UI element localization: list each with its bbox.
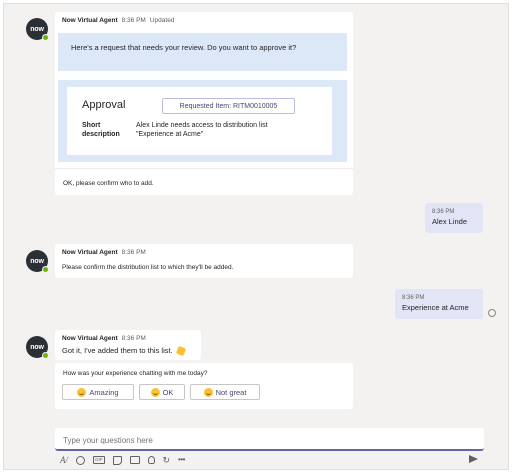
feedback-card: How was your experience chatting with me… bbox=[55, 363, 353, 409]
approval-panel: Approval Requested Item: RITM0010005 Sho… bbox=[58, 80, 347, 162]
bot-avatar: now bbox=[26, 18, 49, 41]
praise-icon[interactable] bbox=[147, 456, 155, 464]
approval-box: Approval Requested Item: RITM0010005 Sho… bbox=[67, 87, 332, 155]
meet-icon[interactable] bbox=[129, 456, 140, 464]
sender-name: Now Virtual Agent bbox=[62, 335, 118, 342]
neutral-face-icon bbox=[203, 387, 213, 397]
loop-icon[interactable]: ↻ bbox=[163, 455, 171, 465]
clap-icon bbox=[175, 345, 186, 357]
short-description-value: Alex Linde needs access to distribution … bbox=[136, 122, 268, 138]
message-text: Got it, I've added them to this list. bbox=[62, 345, 186, 357]
emoji-icon[interactable] bbox=[76, 455, 85, 465]
message-header: Now Virtual Agent 8:36 PM bbox=[62, 249, 146, 256]
card-intro-text: Here's a request that needs your review.… bbox=[71, 43, 297, 52]
compose-toolbar: A/ GIF ↻ ••• bbox=[60, 454, 185, 466]
message-text: Alex Linde bbox=[432, 217, 468, 226]
message-time: 8:36 PM bbox=[402, 295, 425, 301]
presence-available-icon bbox=[42, 266, 49, 273]
sticker-icon[interactable] bbox=[112, 455, 122, 465]
send-icon[interactable] bbox=[469, 455, 478, 463]
feedback-prompt: How was your experience chatting with me… bbox=[63, 370, 208, 377]
message-updated-label: Updated bbox=[149, 17, 175, 24]
requested-item-button[interactable]: Requested Item: RITM0010005 bbox=[162, 98, 295, 114]
message-time: 8:36 PM bbox=[121, 17, 146, 24]
sender-name: Now Virtual Agent bbox=[62, 17, 118, 24]
user-message-alex-linde: 8:36 PM Alex Linde bbox=[425, 203, 483, 233]
short-description-label: Short description bbox=[82, 122, 120, 138]
feedback-ok-button[interactable]: OK bbox=[139, 384, 185, 400]
presence-available-icon bbox=[42, 34, 49, 41]
message-time: 8:36 PM bbox=[121, 335, 146, 342]
bot-message-added: Now Virtual Agent 8:36 PM Got it, I've ad… bbox=[55, 330, 201, 360]
bot-avatar: now bbox=[26, 336, 49, 359]
presence-available-icon bbox=[42, 352, 49, 359]
smiling-face-icon bbox=[150, 387, 160, 397]
followup-text: OK, please confirm who to add. bbox=[63, 180, 154, 187]
compose-box[interactable] bbox=[55, 428, 484, 451]
user-message-experience-at-acme: 8:36 PM Experience at Acme bbox=[395, 289, 483, 319]
message-text: Experience at Acme bbox=[402, 303, 469, 312]
bot-avatar: now bbox=[26, 250, 49, 273]
bot-message-confirm-list: Now Virtual Agent 8:36 PM Please confirm … bbox=[55, 244, 353, 278]
message-text: Please confirm the distribution list to … bbox=[62, 264, 234, 271]
card-intro: Here's a request that needs your review.… bbox=[58, 33, 347, 71]
format-icon[interactable]: A/ bbox=[60, 455, 68, 465]
read-receipt-icon bbox=[488, 309, 496, 317]
message-header: Now Virtual Agent 8:36 PM Updated bbox=[62, 17, 174, 24]
chat-pane: now Now Virtual Agent 8:36 PM Updated Here… bbox=[3, 3, 509, 470]
gif-icon[interactable]: GIF bbox=[93, 456, 105, 464]
message-header: Now Virtual Agent 8:36 PM bbox=[62, 335, 146, 342]
message-time: 8:36 PM bbox=[432, 209, 455, 215]
approval-title: Approval bbox=[82, 99, 126, 111]
card-divider bbox=[55, 168, 353, 169]
bot-message-approval: Now Virtual Agent 8:36 PM Updated Here's a… bbox=[55, 12, 353, 195]
message-time: 8:36 PM bbox=[121, 249, 146, 256]
feedback-amazing-button[interactable]: Amazing bbox=[62, 384, 134, 400]
sender-name: Now Virtual Agent bbox=[62, 249, 118, 256]
more-icon[interactable]: ••• bbox=[178, 455, 185, 465]
message-input[interactable] bbox=[61, 432, 475, 448]
feedback-not-great-button[interactable]: Not great bbox=[190, 384, 260, 400]
grinning-face-icon bbox=[77, 387, 87, 397]
